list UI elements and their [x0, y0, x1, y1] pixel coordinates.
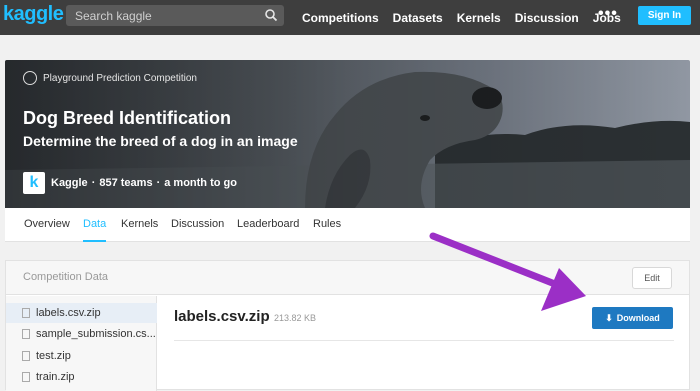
tab-leaderboard[interactable]: Leaderboard	[237, 208, 299, 242]
tab-rules[interactable]: Rules	[313, 208, 341, 242]
competition-subtitle: Determine the breed of a dog in an image	[23, 133, 298, 149]
competition-tabs: Overview Data Kernels Discussion Leaderb…	[5, 208, 690, 242]
download-label: Download	[616, 313, 660, 323]
file-item-test[interactable]: test.zip	[6, 346, 157, 366]
competition-icon	[23, 71, 37, 85]
nav-kernels[interactable]: Kernels	[457, 11, 501, 25]
file-icon	[22, 351, 30, 361]
download-icon: ⬇	[605, 312, 613, 323]
download-button[interactable]: ⬇ Download	[592, 307, 673, 329]
file-icon	[22, 329, 30, 339]
file-item-label: labels.csv.zip	[36, 307, 101, 319]
more-menu-icon[interactable]: •••	[598, 5, 618, 23]
competition-header: Playground Prediction Competition Dog Br…	[5, 60, 690, 208]
file-item-labels[interactable]: labels.csv.zip	[6, 303, 157, 323]
file-item-label: test.zip	[36, 350, 71, 362]
tab-discussion[interactable]: Discussion	[171, 208, 224, 242]
file-icon	[22, 308, 30, 318]
divider	[174, 340, 674, 341]
panel-header: Competition Data Edit	[6, 261, 689, 295]
meta-separator: ·	[156, 177, 161, 189]
panel-title: Competition Data	[23, 271, 108, 283]
main-nav: Competitions Datasets Kernels Discussion…	[302, 0, 635, 35]
tab-data[interactable]: Data	[83, 208, 107, 242]
nav-datasets[interactable]: Datasets	[393, 11, 443, 25]
time-remaining: a month to go	[164, 177, 237, 189]
file-item-label: sample_submission.cs...	[36, 328, 156, 340]
sign-in-button[interactable]: Sign In	[638, 6, 691, 25]
tab-overview[interactable]: Overview	[24, 208, 70, 242]
search-input[interactable]	[66, 5, 258, 26]
selected-file-name: labels.csv.zip	[174, 308, 270, 325]
host-logo-icon[interactable]: k	[23, 172, 45, 194]
file-item-label: train.zip	[36, 371, 75, 383]
top-navbar: kaggle Competitions Datasets Kernels Dis…	[0, 0, 700, 35]
competition-type-label: Playground Prediction Competition	[43, 72, 197, 84]
competition-meta: k Kaggle · 857 teams · a month to go	[23, 172, 237, 194]
nav-competitions[interactable]: Competitions	[302, 11, 379, 25]
file-item-sample-submission[interactable]: sample_submission.cs...	[6, 324, 157, 344]
search-icon[interactable]	[264, 8, 278, 22]
tab-kernels[interactable]: Kernels	[121, 208, 158, 242]
edit-button[interactable]: Edit	[632, 267, 672, 289]
competition-type: Playground Prediction Competition	[23, 71, 197, 85]
file-item-train[interactable]: train.zip	[6, 367, 157, 387]
meta-separator: ·	[91, 177, 96, 189]
kaggle-logo[interactable]: kaggle	[3, 3, 64, 26]
file-list: labels.csv.zip sample_submission.cs... t…	[6, 296, 157, 391]
search-box[interactable]	[66, 5, 284, 26]
nav-discussion[interactable]: Discussion	[515, 11, 579, 25]
host-name[interactable]: Kaggle	[51, 177, 88, 189]
competition-title: Dog Breed Identification	[23, 108, 232, 128]
team-count[interactable]: 857 teams	[99, 177, 152, 189]
competition-data-panel: Competition Data Edit labels.csv.zip sam…	[5, 260, 690, 391]
selected-file-size: 213.82 KB	[274, 313, 317, 323]
